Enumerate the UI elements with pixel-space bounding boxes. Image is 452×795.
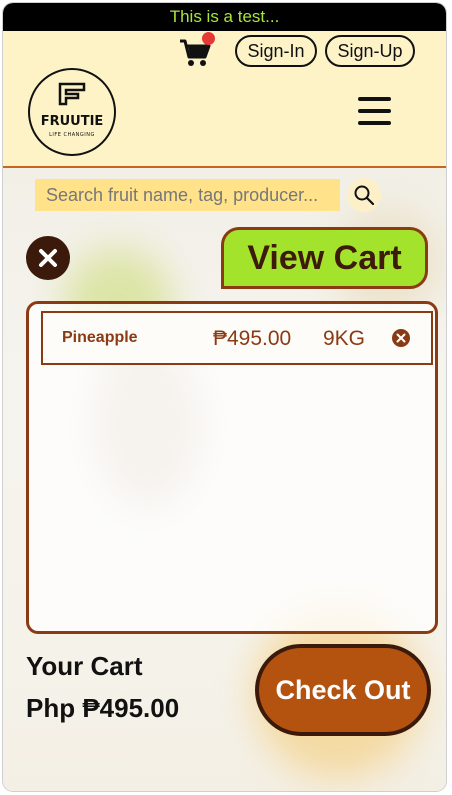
your-cart-heading: Your Cart [26, 651, 143, 681]
search-icon [354, 185, 374, 205]
checkout-button[interactable]: Check Out [255, 644, 431, 736]
close-cart-button[interactable] [26, 236, 70, 280]
fruutie-logo[interactable]: FRUUTIE LIFE CHANGING [28, 68, 116, 156]
logo-mark-icon [58, 82, 86, 106]
cart-item-price: ₱495.00 [213, 327, 292, 350]
hamburger-menu-icon[interactable] [358, 97, 394, 129]
cart-notification-dot [202, 32, 215, 45]
search-button[interactable] [347, 178, 381, 212]
remove-item-icon[interactable] [392, 329, 410, 347]
sign-up-button[interactable]: Sign-Up [325, 35, 415, 67]
logo-tagline: LIFE CHANGING [49, 132, 95, 138]
test-banner: This is a test... [3, 3, 446, 31]
cart-item-name: Pineapple [62, 329, 138, 346]
close-icon [39, 249, 57, 267]
cart-items-panel: Pineapple ₱495.00 9KG [26, 301, 438, 634]
app-frame: This is a test... Sign-In Sign-Up FRUUTI… [3, 3, 446, 791]
logo-name: FRUUTIE [40, 114, 104, 129]
cart-total: Php ₱495.00 [26, 693, 180, 723]
search-input[interactable] [35, 179, 340, 211]
sign-in-button[interactable]: Sign-In [235, 35, 317, 67]
view-cart-tab[interactable]: View Cart [221, 227, 428, 289]
cart-item-quantity: 9KG [323, 327, 366, 350]
cart-item-row: Pineapple ₱495.00 9KG [41, 311, 433, 365]
